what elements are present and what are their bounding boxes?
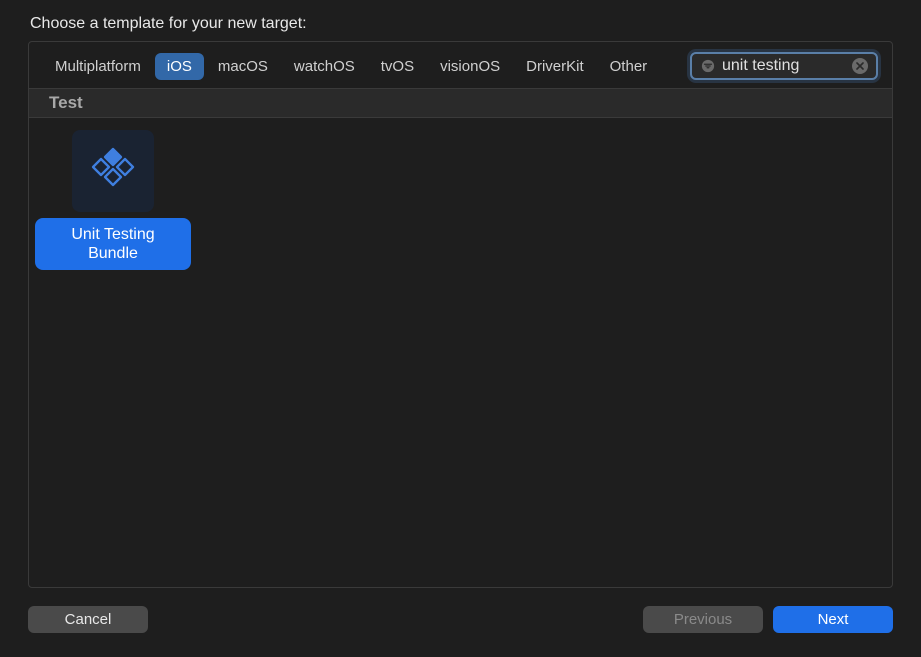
template-unit-testing-bundle[interactable]: Unit Testing Bundle [35, 130, 191, 270]
tab-driverkit[interactable]: DriverKit [514, 53, 596, 80]
toolbar: Multiplatform iOS macOS watchOS tvOS vis… [29, 42, 892, 89]
content-panel: Multiplatform iOS macOS watchOS tvOS vis… [28, 41, 893, 588]
tab-visionos[interactable]: visionOS [428, 53, 512, 80]
tab-watchos[interactable]: watchOS [282, 53, 367, 80]
tab-other[interactable]: Other [598, 53, 660, 80]
cancel-button[interactable]: Cancel [28, 606, 148, 633]
clear-search-icon[interactable] [852, 58, 868, 74]
diamond-grid-icon [89, 145, 137, 198]
tab-tvos[interactable]: tvOS [369, 53, 426, 80]
dialog-title: Choose a template for your new target: [0, 0, 921, 41]
tab-multiplatform[interactable]: Multiplatform [43, 53, 153, 80]
template-chooser-dialog: Choose a template for your new target: M… [0, 0, 921, 657]
section-header: Test [29, 89, 892, 118]
filter-icon [700, 58, 716, 74]
template-icon-box [72, 130, 154, 212]
tab-ios[interactable]: iOS [155, 53, 204, 80]
footer: Cancel Previous Next [0, 588, 921, 657]
templates-area: Unit Testing Bundle [29, 118, 892, 587]
search-input[interactable] [722, 57, 848, 75]
tab-macos[interactable]: macOS [206, 53, 280, 80]
next-button[interactable]: Next [773, 606, 893, 633]
search-field-container [690, 52, 878, 80]
template-label: Unit Testing Bundle [35, 218, 191, 270]
platform-tabs: Multiplatform iOS macOS watchOS tvOS vis… [43, 53, 690, 80]
previous-button: Previous [643, 606, 763, 633]
section-header-label: Test [49, 93, 83, 112]
